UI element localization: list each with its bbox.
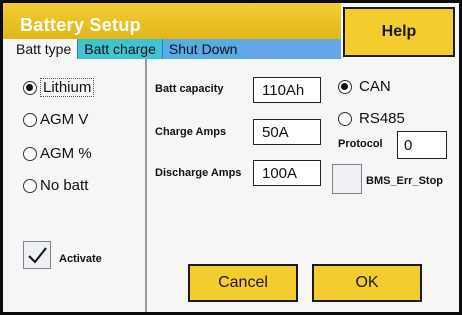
radio-label-agm-v: AGM V — [40, 111, 89, 128]
radio-selected-icon — [338, 79, 352, 94]
radio-agm-percent[interactable]: AGM % — [23, 145, 92, 162]
batt-capacity-label: Batt capacity — [155, 83, 224, 95]
activate-label: Activate — [59, 253, 102, 265]
window-title: Battery Setup — [20, 15, 141, 35]
panel-divider — [145, 59, 147, 312]
radio-label-can: CAN — [359, 78, 391, 95]
battery-setup-screen: Battery Setup Help Batt type Batt charge… — [3, 3, 459, 312]
discharge-amps-field[interactable]: 100A — [253, 160, 321, 186]
radio-can[interactable]: CAN — [338, 78, 391, 95]
title-bar: Battery Setup — [3, 3, 341, 39]
cancel-button[interactable]: Cancel — [188, 264, 298, 302]
checkmark-icon — [28, 247, 47, 264]
bms-err-stop-checkbox[interactable] — [332, 164, 362, 194]
radio-unselected-icon — [23, 112, 37, 127]
ok-button[interactable]: OK — [312, 264, 422, 302]
radio-label-agm-percent: AGM % — [40, 145, 92, 162]
tab-batt-type[interactable]: Batt type — [3, 39, 78, 59]
help-button[interactable]: Help — [343, 7, 455, 57]
charge-amps-label: Charge Amps — [155, 126, 227, 138]
protocol-label: Protocol — [338, 138, 383, 150]
radio-unselected-icon — [338, 111, 352, 126]
radio-lithium[interactable]: Lithium — [23, 78, 95, 97]
radio-label-lithium: Lithium — [40, 78, 95, 97]
radio-unselected-icon — [23, 146, 37, 161]
radio-selected-icon — [23, 80, 37, 95]
radio-no-batt[interactable]: No batt — [23, 177, 88, 194]
radio-rs485[interactable]: RS485 — [338, 110, 405, 127]
radio-label-no-batt: No batt — [40, 177, 89, 194]
tab-shut-down[interactable]: Shut Down — [161, 39, 244, 59]
batt-capacity-field[interactable]: 110Ah — [253, 77, 321, 103]
activate-checkbox[interactable] — [23, 241, 51, 269]
tab-batt-charge[interactable]: Batt charge — [77, 39, 162, 59]
radio-agm-v[interactable]: AGM V — [23, 111, 88, 128]
radio-label-rs485: RS485 — [359, 110, 405, 127]
tab-bar: Batt type Batt charge Shut Down — [3, 39, 341, 59]
charge-amps-field[interactable]: 50A — [253, 119, 321, 145]
protocol-field[interactable]: 0 — [397, 131, 447, 159]
discharge-amps-label: Discharge Amps — [155, 167, 242, 179]
radio-unselected-icon — [23, 178, 37, 193]
bms-err-stop-label: BMS_Err_Stop — [366, 175, 444, 187]
